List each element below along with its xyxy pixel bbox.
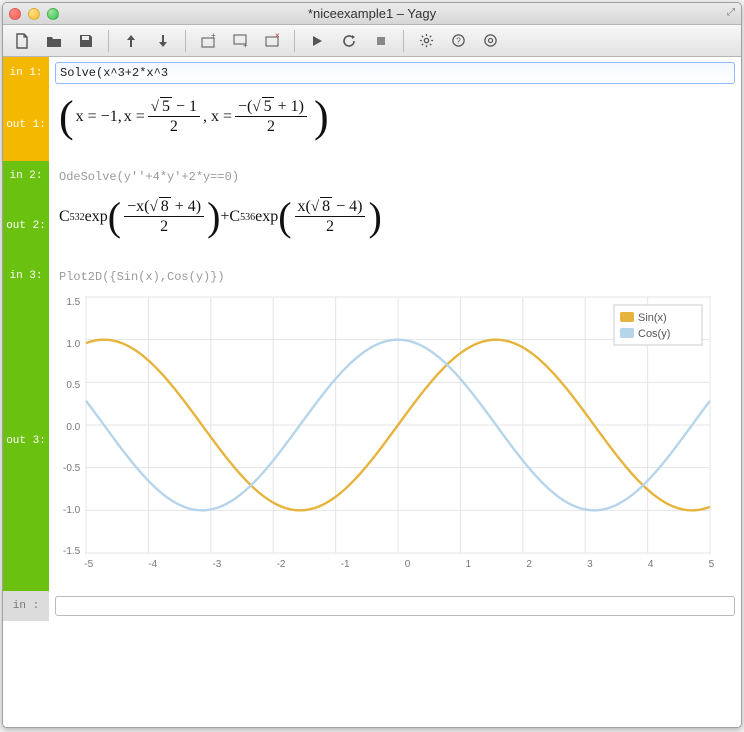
gutter-in-2: in 2: <box>3 161 49 191</box>
delete-cell-button[interactable]: × <box>259 29 285 53</box>
new-button[interactable] <box>9 29 35 53</box>
stop-button[interactable] <box>368 29 394 53</box>
input-cell-1[interactable] <box>55 62 735 84</box>
titlebar: *niceexample1 – Yagy ⤢ <box>3 3 741 25</box>
move-down-button[interactable] <box>150 29 176 53</box>
gutter-out-1: out 1: <box>3 89 49 161</box>
window-title: *niceexample1 – Yagy <box>3 6 741 21</box>
help-button[interactable]: ? <box>445 29 471 53</box>
settings-button[interactable] <box>413 29 439 53</box>
kernel-button[interactable] <box>477 29 503 53</box>
run-button[interactable] <box>304 29 330 53</box>
svg-text:Cos(y): Cos(y) <box>638 328 670 340</box>
svg-text:+: + <box>243 41 248 49</box>
insert-above-button[interactable]: + <box>195 29 221 53</box>
gutter-in-3: in 3: <box>3 261 49 291</box>
output-2-math: C532 exp ( −x(√8 + 4)2 ) + C536 exp ( x(… <box>59 197 731 238</box>
toolbar: + + × ? <box>3 25 741 57</box>
svg-text:×: × <box>275 33 280 40</box>
gutter-in-empty: in : <box>3 591 49 621</box>
svg-text:Sin(x): Sin(x) <box>638 312 667 324</box>
input-cell-3[interactable]: Plot2D({Sin(x),Cos(y)}) <box>59 270 225 284</box>
plot-canvas: Sin(x) Cos(y) <box>84 295 714 557</box>
insert-below-button[interactable]: + <box>227 29 253 53</box>
svg-text:?: ? <box>456 35 461 45</box>
svg-text:+: + <box>211 33 216 40</box>
gutter-out-3: out 3: <box>3 291 49 591</box>
reload-button[interactable] <box>336 29 362 53</box>
gutter-in-1: in 1: <box>3 57 49 89</box>
open-button[interactable] <box>41 29 67 53</box>
input-cell-empty[interactable] <box>55 596 735 616</box>
output-1-math: ( x = −1, x = √5 − 12 , x = −(√5 + 1)2 ) <box>59 95 731 139</box>
input-cell-2[interactable]: OdeSolve(y''+4*y'+2*y==0) <box>59 170 239 184</box>
move-up-button[interactable] <box>118 29 144 53</box>
save-button[interactable] <box>73 29 99 53</box>
expand-icon[interactable]: ⤢ <box>727 7 735 18</box>
gutter-out-2: out 2: <box>3 191 49 261</box>
plot-output-3: 1.51.00.50.0-0.5-1.0-1.5 Sin(x)Cos(y) -5… <box>59 295 731 570</box>
notebook-content: in 1: out 1: ( x = −1, x = √5 − 12 , x =… <box>3 57 741 727</box>
